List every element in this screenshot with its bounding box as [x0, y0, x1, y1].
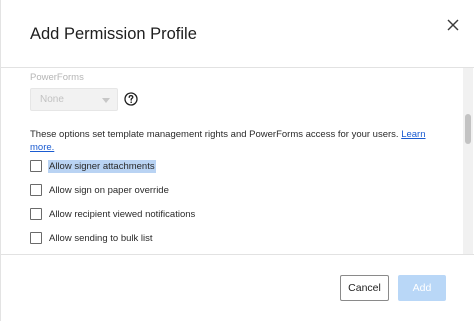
option-label: Allow sending to bulk list: [49, 233, 153, 244]
chevron-down-icon: [102, 98, 110, 103]
powerforms-select[interactable]: None: [30, 88, 118, 111]
cancel-button[interactable]: Cancel: [340, 275, 389, 301]
option-allow-sending-to-bulk-list[interactable]: Allow sending to bulk list: [30, 232, 170, 246]
powerforms-label: PowerForms: [30, 72, 84, 83]
question-circle-icon[interactable]: [124, 92, 138, 106]
checkbox[interactable]: [30, 160, 42, 172]
description-text: These options set template management ri…: [30, 128, 430, 154]
checkbox[interactable]: [30, 184, 42, 196]
description-body: These options set template management ri…: [30, 129, 399, 140]
option-label: Allow sign on paper override: [49, 185, 169, 196]
dialog-header: Add Permission Profile: [1, 0, 474, 68]
close-icon[interactable]: [442, 14, 464, 36]
option-label: Allow recipient viewed notifications: [49, 209, 196, 220]
dialog-title: Add Permission Profile: [30, 25, 197, 43]
checkbox[interactable]: [30, 232, 42, 244]
scrollbar-track[interactable]: [463, 68, 473, 254]
dialog-body[interactable]: PowerForms None These options set templa…: [1, 68, 474, 254]
option-label: Allow signer attachments: [48, 160, 156, 173]
option-allow-recipient-viewed-notifications[interactable]: Allow recipient viewed notifications: [30, 208, 210, 222]
powerforms-select-value: None: [40, 94, 64, 105]
option-allow-signer-attachments[interactable]: Allow signer attachments: [30, 160, 170, 174]
option-allow-sign-on-paper-override[interactable]: Allow sign on paper override: [30, 184, 180, 198]
add-button[interactable]: Add: [398, 275, 446, 301]
dialog-footer: Cancel Add: [1, 254, 474, 321]
scrollbar-thumb[interactable]: [465, 114, 471, 144]
checkbox[interactable]: [30, 208, 42, 220]
add-permission-profile-dialog: Add Permission Profile PowerForms None T…: [0, 0, 474, 321]
